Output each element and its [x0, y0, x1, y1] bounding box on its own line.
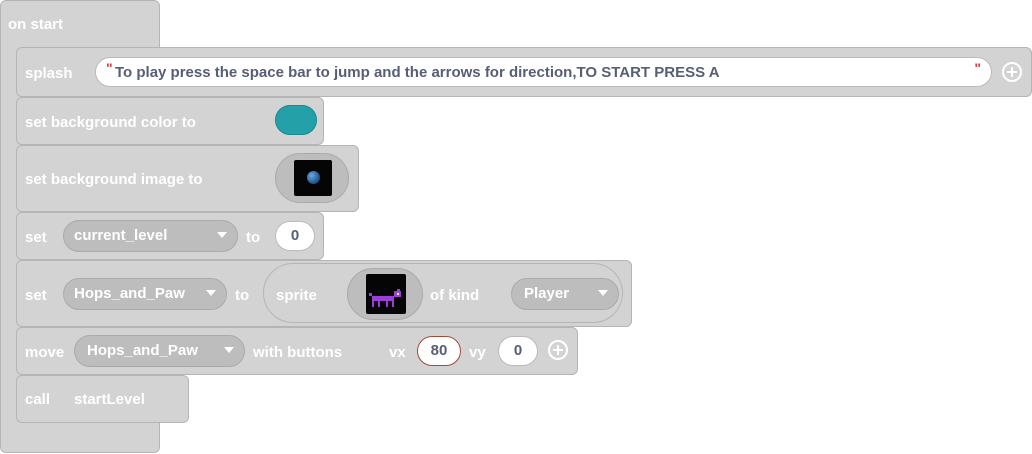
- to-label: to: [246, 229, 261, 246]
- vy-input[interactable]: 0: [498, 336, 538, 366]
- background-image-picker[interactable]: [275, 153, 349, 203]
- chevron-down-icon: [598, 290, 608, 296]
- variable-name: Hops_and_Paw: [74, 285, 185, 302]
- set-background-color-label: set background color to: [25, 114, 196, 131]
- splash-text: To play press the space bar to jump and …: [115, 64, 720, 81]
- value-input[interactable]: 0: [275, 221, 315, 251]
- of-kind-label: of kind: [430, 287, 480, 304]
- chevron-down-icon: [224, 347, 234, 353]
- earth-in-space-image: [294, 160, 332, 196]
- vx-label: vx: [389, 344, 406, 361]
- set-label: set: [25, 287, 47, 304]
- plus-circle-icon[interactable]: [548, 340, 568, 360]
- sprite-dropdown-hops-and-paw[interactable]: Hops_and_Paw: [74, 335, 245, 367]
- move-label: move: [25, 344, 65, 361]
- dog-icon: [369, 289, 401, 307]
- close-quote: ": [974, 60, 981, 76]
- sprite-image-picker[interactable]: [347, 268, 423, 320]
- open-quote: ": [106, 60, 113, 76]
- set-background-image-label: set background image to: [25, 171, 203, 188]
- purple-dog-sprite: [366, 274, 406, 314]
- set-label: set: [25, 229, 47, 246]
- sprite-name: Hops_and_Paw: [87, 342, 198, 359]
- to-label: to: [235, 287, 250, 304]
- vx-input[interactable]: 80: [417, 336, 461, 366]
- plus-circle-icon[interactable]: [1002, 62, 1022, 82]
- variable-dropdown-current-level[interactable]: current_level: [63, 220, 238, 252]
- kind-value: Player: [524, 285, 570, 302]
- with-buttons-label: with buttons: [253, 344, 343, 361]
- chevron-down-icon: [217, 232, 227, 238]
- splash-text-field[interactable]: " To play press the space bar to jump an…: [95, 57, 992, 87]
- variable-name: current_level: [74, 227, 168, 244]
- chevron-down-icon: [206, 290, 216, 296]
- call-label: call: [25, 391, 51, 408]
- splash-label: splash: [25, 65, 73, 82]
- sprite-label: sprite: [276, 287, 317, 304]
- on-start-label: on start: [8, 16, 64, 33]
- function-name: startLevel: [74, 391, 145, 408]
- variable-dropdown-hops-and-paw[interactable]: Hops_and_Paw: [63, 278, 227, 310]
- color-swatch[interactable]: [275, 105, 317, 135]
- kind-dropdown[interactable]: Player: [511, 278, 619, 310]
- earth-icon: [307, 171, 320, 184]
- vy-label: vy: [469, 344, 486, 361]
